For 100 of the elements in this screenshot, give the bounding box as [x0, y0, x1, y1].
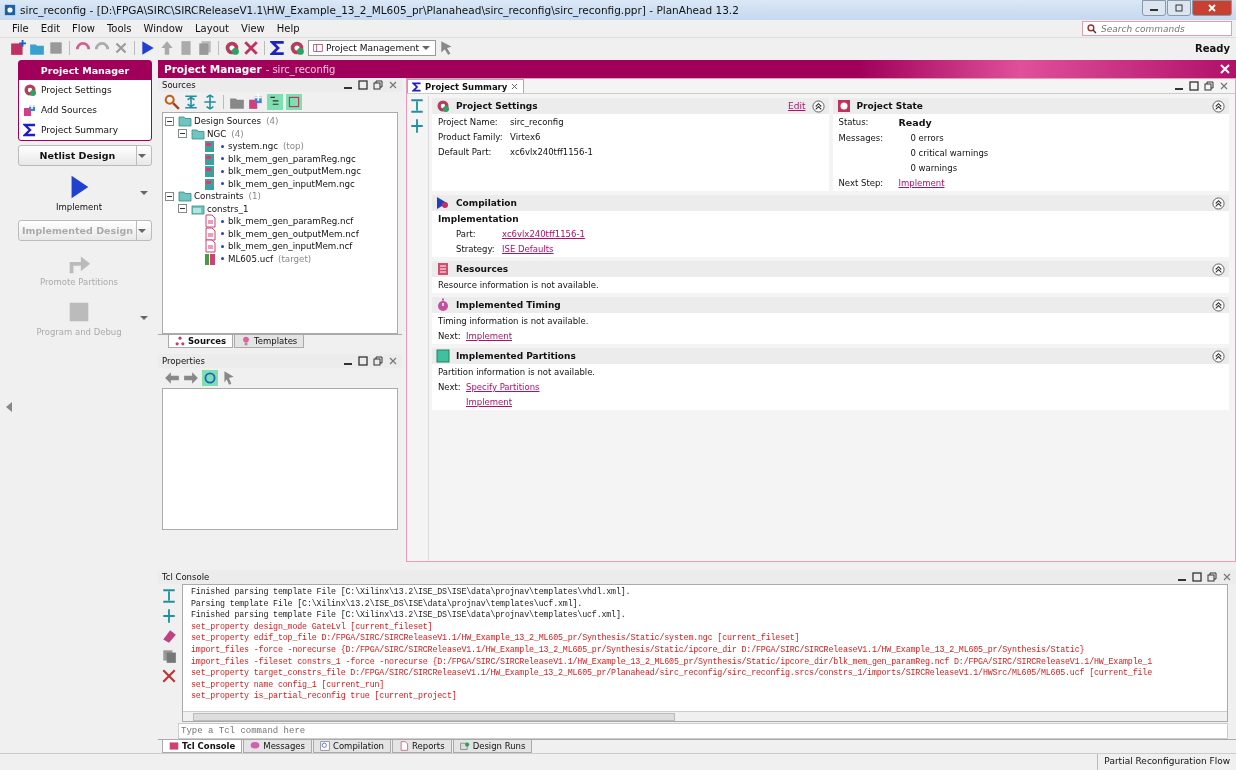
- tree-toggle[interactable]: [165, 116, 174, 126]
- tree-item[interactable]: NGC: [207, 128, 227, 139]
- action-link[interactable]: Implement: [466, 397, 540, 407]
- tree-item[interactable]: blk_mem_gen_paramReg.ngc: [228, 153, 356, 164]
- caret-icon[interactable]: [140, 191, 148, 195]
- search-icon[interactable]: [164, 94, 180, 110]
- collapse-all-icon[interactable]: [409, 98, 425, 114]
- panel-tab[interactable]: Reports: [392, 740, 452, 753]
- tree-toggle[interactable]: [178, 129, 187, 139]
- action-link[interactable]: Implement: [466, 331, 512, 341]
- menu-item[interactable]: Layout: [189, 23, 235, 34]
- tree-item[interactable]: constrs_1: [207, 203, 249, 214]
- sigma-icon[interactable]: [270, 40, 286, 56]
- maximize-icon[interactable]: [358, 80, 368, 90]
- collapse-icon[interactable]: [1212, 262, 1225, 276]
- gear-icon[interactable]: [224, 40, 240, 56]
- action-link[interactable]: ISE Defaults: [502, 244, 554, 254]
- tree-toggle[interactable]: [178, 204, 187, 214]
- restore-icon[interactable]: [373, 80, 383, 90]
- copy-icon[interactable]: [161, 648, 177, 664]
- menu-item[interactable]: Window: [137, 23, 189, 34]
- collapse-icon[interactable]: [1212, 99, 1225, 113]
- status-text: Ready: [1195, 42, 1230, 54]
- flow-dropdown[interactable]: Netlist Design: [18, 145, 152, 166]
- panel-tab[interactable]: Design Runs: [452, 740, 533, 753]
- expand-all-icon[interactable]: [202, 94, 218, 110]
- collapse-all-icon[interactable]: [183, 94, 199, 110]
- back-arrow-icon[interactable]: [164, 370, 180, 386]
- flow-nav-item[interactable]: Add Sources: [19, 100, 151, 120]
- tree-item[interactable]: blk_mem_gen_inputMem.ngc: [228, 178, 355, 189]
- settings-icon[interactable]: [289, 40, 305, 56]
- add-file-icon[interactable]: [248, 94, 264, 110]
- flow-step-button[interactable]: Implement: [18, 174, 140, 212]
- delete-icon[interactable]: [113, 40, 129, 56]
- forward-arrow-icon[interactable]: [183, 370, 199, 386]
- minimize-button[interactable]: [1142, 0, 1166, 16]
- edit-link[interactable]: Edit: [788, 101, 806, 111]
- tree-item[interactable]: blk_mem_gen_paramReg.ncf: [228, 216, 354, 227]
- collapse-icon[interactable]: [1212, 349, 1225, 363]
- flow-nav-item[interactable]: Project Settings: [19, 80, 151, 100]
- action-link[interactable]: Specify Partitions: [466, 382, 540, 392]
- close-icon[interactable]: [1219, 81, 1229, 91]
- collapse-all-icon[interactable]: [161, 588, 177, 604]
- collapse-arrow-icon[interactable]: [6, 401, 12, 412]
- action-link[interactable]: xc6vlx240tff1156-1: [502, 229, 585, 239]
- document-tab[interactable]: Project Summary: [407, 78, 525, 94]
- tree-toggle[interactable]: [165, 191, 174, 201]
- tree-item[interactable]: ML605.ucf: [228, 253, 274, 264]
- search-field[interactable]: Search commands: [1082, 21, 1232, 36]
- menu-item[interactable]: Edit: [34, 23, 67, 34]
- next-step-link[interactable]: Implement: [898, 178, 945, 188]
- run-icon[interactable]: [140, 40, 156, 56]
- menu-item[interactable]: Flow: [66, 23, 101, 34]
- expand-all-icon[interactable]: [409, 118, 425, 134]
- panel-tab[interactable]: Messages: [243, 740, 312, 753]
- close-icon[interactable]: [1222, 572, 1232, 582]
- panel-tab[interactable]: Templates: [234, 335, 305, 348]
- clear-icon[interactable]: [161, 668, 177, 684]
- flow-nav-item[interactable]: Project Summary: [19, 120, 151, 140]
- panel-tab[interactable]: Sources: [168, 335, 234, 348]
- maximize-icon[interactable]: [1189, 81, 1199, 91]
- perspective-dropdown[interactable]: Project Management: [308, 40, 436, 56]
- close-icon[interactable]: [388, 356, 398, 366]
- tree-item[interactable]: Design Sources: [194, 116, 262, 127]
- hierarchy-view-icon[interactable]: [267, 94, 283, 110]
- restore-icon[interactable]: [373, 356, 383, 366]
- restore-icon[interactable]: [1204, 81, 1214, 91]
- tree-item[interactable]: Constraints: [194, 191, 244, 202]
- sigma-icon: [412, 81, 422, 92]
- flow-section-header[interactable]: Project Manager: [19, 61, 151, 80]
- restore-icon[interactable]: [1207, 572, 1217, 582]
- menu-item[interactable]: File: [6, 23, 35, 34]
- search-input[interactable]: Search commands: [1101, 23, 1211, 34]
- tree-item[interactable]: blk_mem_gen_outputMem.ngc: [228, 166, 362, 177]
- eraser-icon[interactable]: [161, 628, 177, 644]
- close-button[interactable]: [1192, 0, 1232, 16]
- save-icon[interactable]: [48, 40, 64, 56]
- collapse-icon[interactable]: [1212, 298, 1225, 312]
- sync-icon[interactable]: [202, 370, 218, 386]
- tree-item[interactable]: system.ngc: [228, 141, 278, 152]
- tree-item[interactable]: blk_mem_gen_inputMem.ncf: [228, 241, 353, 252]
- collapse-icon[interactable]: [1212, 196, 1225, 210]
- menu-item[interactable]: View: [235, 23, 271, 34]
- menu-item[interactable]: Tools: [100, 23, 138, 34]
- menu-item[interactable]: Help: [270, 23, 306, 34]
- close-icon[interactable]: [388, 80, 398, 90]
- netlist-file-icon: [203, 164, 217, 179]
- horizontal-scrollbar[interactable]: [183, 711, 1227, 721]
- documents-icon[interactable]: [197, 40, 213, 56]
- tcl-command-input[interactable]: Type a Tcl command here: [178, 723, 1228, 739]
- panel-tab[interactable]: Tcl Console: [162, 740, 243, 753]
- search-icon: [1087, 23, 1097, 34]
- new-project-icon[interactable]: [10, 40, 26, 56]
- panel-tab[interactable]: Compilation: [313, 740, 391, 753]
- tree-item[interactable]: blk_mem_gen_outputMem.ncf: [228, 228, 359, 239]
- collapse-icon[interactable]: [811, 99, 825, 113]
- compile-order-icon[interactable]: [286, 94, 302, 110]
- maximize-icon[interactable]: [1192, 572, 1202, 582]
- expand-all-icon[interactable]: [161, 608, 177, 624]
- maximize-icon[interactable]: [358, 356, 368, 366]
